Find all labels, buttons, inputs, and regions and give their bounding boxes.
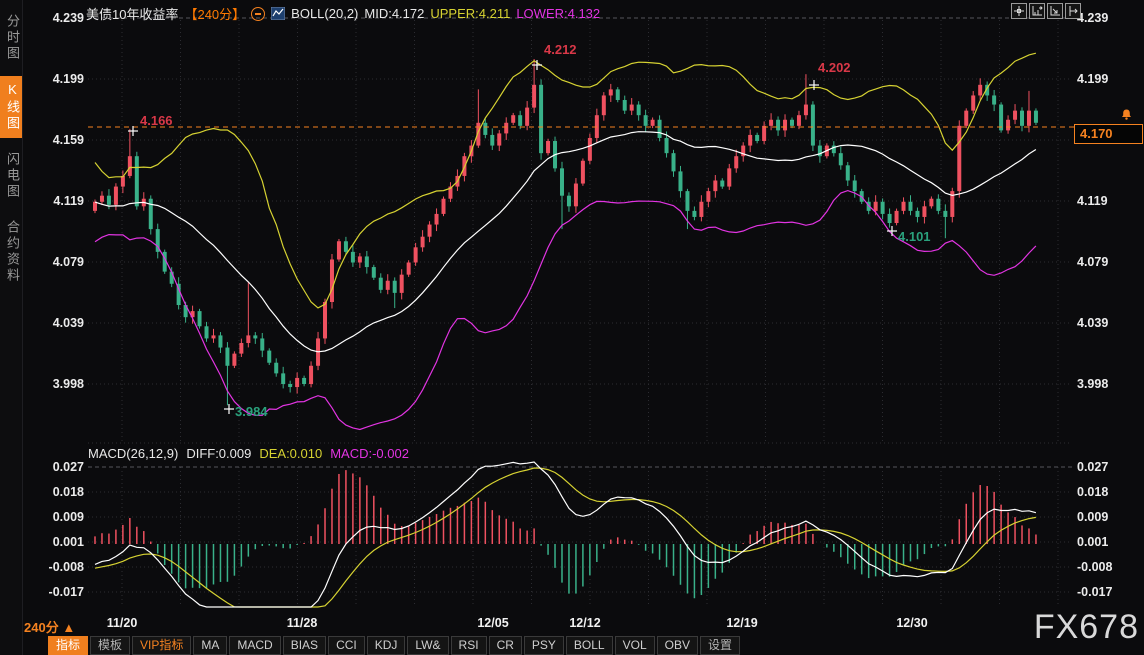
left-sidebar: 分时图 K线图闪电图合约资料 xyxy=(0,0,23,655)
obv-button[interactable]: OBV xyxy=(657,636,698,655)
price-axis-label-right: 4.239 xyxy=(1077,11,1137,25)
macd-button[interactable]: MACD xyxy=(229,636,280,655)
macd-axis-label-left: -0.017 xyxy=(40,585,84,599)
macd-name: MACD(26,12,9) xyxy=(88,446,178,461)
date-axis-label: 12/05 xyxy=(471,616,515,630)
date-axis-label: 11/28 xyxy=(280,616,324,630)
bias-button[interactable]: BIAS xyxy=(283,636,326,655)
price-annotation: 4.202 xyxy=(818,60,851,75)
macd-axis-label-right: -0.017 xyxy=(1077,585,1137,599)
x-axis-compress-icon[interactable] xyxy=(1029,3,1045,19)
macd-axis-label-right: 0.001 xyxy=(1077,535,1137,549)
boll-mid-value: MID:4.172 xyxy=(364,6,424,21)
price-axis-label-left: 4.239 xyxy=(40,11,84,25)
price-axis-label-right: 3.998 xyxy=(1077,377,1137,391)
price-axis-label-left: 4.159 xyxy=(40,133,84,147)
tab-time-chart[interactable]: 分时图 xyxy=(0,8,22,68)
psy-button[interactable]: PSY xyxy=(524,636,564,655)
rsi-button[interactable]: RSI xyxy=(451,636,487,655)
tab-flash-chart[interactable]: 闪电图 xyxy=(0,146,22,206)
macd-axis-label-right: 0.009 xyxy=(1077,510,1137,524)
price-axis-label-left: 4.079 xyxy=(40,255,84,269)
date-axis-label: 11/20 xyxy=(100,616,144,630)
macd-histogram xyxy=(95,470,1036,598)
chart-header: 美债10年收益率 【240分】 BOLL(20,2) MID:4.172 UPP… xyxy=(86,4,600,23)
price-annotation: 4.166 xyxy=(140,113,173,128)
vol-button[interactable]: VOL xyxy=(615,636,655,655)
boll-label: BOLL(20,2) xyxy=(291,6,358,21)
macd-axis-label-right: -0.008 xyxy=(1077,560,1137,574)
price-axis-label-left: 4.119 xyxy=(40,194,84,208)
indicator-chart-icon[interactable] xyxy=(271,7,285,20)
chart-canvas[interactable] xyxy=(0,0,1144,655)
price-axis-label-right: 4.199 xyxy=(1077,72,1137,86)
cross-markers xyxy=(128,60,897,414)
macd-dea-value: DEA:0.010 xyxy=(259,446,322,461)
timeframe-selector[interactable]: 240分 ▲ xyxy=(24,617,75,636)
price-axis-label-right: 4.119 xyxy=(1077,194,1137,208)
macd-hist-value: MACD:-0.002 xyxy=(330,446,409,461)
fx678-watermark: FX678 xyxy=(1034,608,1139,647)
cr-button[interactable]: CR xyxy=(489,636,522,655)
boll-lower-value: LOWER:4.132 xyxy=(516,6,600,21)
macd-axis-label-left: 0.018 xyxy=(40,485,84,499)
indicator-toolbar: 指标模板VIP指标MAMACDBIASCCIKDJLW&RSICRPSYBOLL… xyxy=(48,636,740,655)
vip-indicators-button[interactable]: VIP指标 xyxy=(132,636,191,655)
date-axis-label: 12/12 xyxy=(563,616,607,630)
macd-axis-label-right: 0.018 xyxy=(1077,485,1137,499)
indicators-button[interactable]: 指标 xyxy=(48,636,88,655)
price-annotation: 4.212 xyxy=(544,42,577,57)
boll-button[interactable]: BOLL xyxy=(566,636,613,655)
candlestick-series xyxy=(93,59,1038,405)
macd-lines xyxy=(95,462,1036,607)
minus-circle-icon[interactable] xyxy=(251,7,265,21)
date-axis-label: 12/30 xyxy=(890,616,934,630)
macd-axis-label-left: -0.008 xyxy=(40,560,84,574)
price-axis-label-left: 3.998 xyxy=(40,377,84,391)
macd-axis-label-right: 0.027 xyxy=(1077,460,1137,474)
symbol-title: 美债10年收益率 xyxy=(86,4,178,23)
templates-button[interactable]: 模板 xyxy=(90,636,130,655)
current-price-tag[interactable]: 4.170 xyxy=(1074,124,1143,144)
macd-axis-label-left: 0.001 xyxy=(40,535,84,549)
boll-upper-value: UPPER:4.211 xyxy=(430,6,510,21)
bollinger-bands xyxy=(95,53,1036,429)
macd-axis-label-left: 0.027 xyxy=(40,460,84,474)
trading-app-window: 分时图 K线图闪电图合约资料 美债10年收益率 【240分】 BOLL(20,2)… xyxy=(0,0,1144,655)
date-axis-label: 12/19 xyxy=(720,616,764,630)
macd-header: MACD(26,12,9) DIFF:0.009 DEA:0.010 MACD:… xyxy=(88,446,409,461)
price-annotation: 3.984 xyxy=(235,404,268,419)
price-annotation: 4.101 xyxy=(898,229,931,244)
lwr-button[interactable]: LW& xyxy=(407,636,448,655)
arrow-up-icon: ▲ xyxy=(62,620,75,635)
x-axis-expand-icon[interactable] xyxy=(1047,3,1063,19)
tab-kline-chart[interactable]: K线图 xyxy=(0,76,22,138)
chart-tool-icons xyxy=(1011,3,1081,19)
price-axis-label-right: 4.039 xyxy=(1077,316,1137,330)
period-tag[interactable]: 【240分】 xyxy=(184,4,245,23)
cci-button[interactable]: CCI xyxy=(328,636,365,655)
shift-right-icon[interactable] xyxy=(1065,3,1081,19)
alert-bell-icon[interactable] xyxy=(1120,108,1133,126)
price-axis-label-right: 4.079 xyxy=(1077,255,1137,269)
pan-tool-icon[interactable] xyxy=(1011,3,1027,19)
tab-contract-info[interactable]: 合约资料 xyxy=(0,214,22,290)
price-axis-label-left: 4.039 xyxy=(40,316,84,330)
macd-axis-label-left: 0.009 xyxy=(40,510,84,524)
kdj-button[interactable]: KDJ xyxy=(367,636,406,655)
settings-button[interactable]: 设置 xyxy=(700,636,740,655)
ma-button[interactable]: MA xyxy=(193,636,227,655)
macd-diff-value: DIFF:0.009 xyxy=(186,446,251,461)
price-axis-label-left: 4.199 xyxy=(40,72,84,86)
